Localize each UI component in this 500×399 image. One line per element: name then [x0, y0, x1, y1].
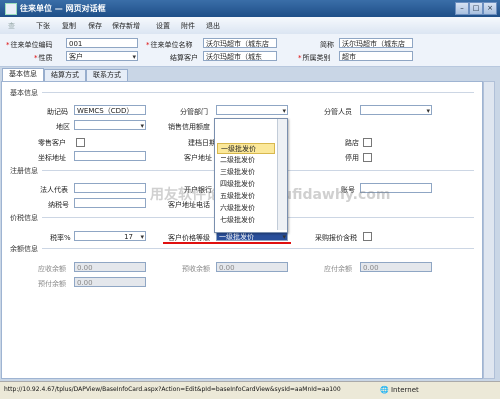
ar-label: 应收余额: [38, 265, 66, 273]
dept-label: 分管部门: [180, 108, 208, 116]
staff-label: 分管人员: [324, 108, 352, 116]
toolbar-attachment-button[interactable]: 附件: [181, 21, 195, 31]
short-name-label: 简称: [320, 41, 334, 49]
ap-field: 0.00: [360, 262, 432, 272]
purchase-tax-checkbox[interactable]: [363, 232, 372, 241]
section-price: 价税信息: [10, 214, 38, 222]
toolbar-copy-button[interactable]: 复制: [62, 21, 76, 31]
retail-checkbox[interactable]: [76, 138, 85, 147]
toolbar-exit-button[interactable]: 退出: [206, 21, 220, 31]
vertical-scrollbar[interactable]: [483, 81, 495, 379]
mnemonic-label: 助记码: [47, 108, 68, 116]
retail-label: 零售客户: [38, 139, 66, 147]
region-select[interactable]: [74, 120, 146, 130]
region-label: 地区: [56, 123, 70, 131]
dropdown-option[interactable]: 四级批发价: [217, 179, 278, 190]
header-form: *往来单位编码 001 *往来单位名称 沃尔玛超市（城东店 简称 沃尔玛超市（城…: [0, 34, 500, 67]
settle-customer-field[interactable]: 沃尔玛超市（城东: [203, 51, 277, 61]
price-level-dropdown: 一级批发价 二级批发价 三级批发价 四级批发价 五级批发价 六级批发价 七级批发…: [214, 118, 288, 233]
tax-no-label: 纳税号: [48, 201, 69, 209]
credit-label: 销售信用额度: [168, 123, 210, 131]
close-button[interactable]: ×: [483, 2, 497, 15]
divider: [42, 92, 474, 93]
dropdown-option[interactable]: 三级批发价: [217, 167, 278, 178]
dropdown-option[interactable]: 五级批发价: [217, 191, 278, 202]
route-label: 路店: [345, 139, 359, 147]
code-field[interactable]: 001: [66, 38, 138, 48]
nature-select[interactable]: 客户: [66, 51, 138, 61]
mnemonic-field[interactable]: WEMCS（CDD）: [74, 105, 146, 115]
legal-field[interactable]: [74, 183, 146, 193]
code-label: *往来单位编码: [6, 41, 53, 49]
tab-strip: 基本信息 结算方式 联系方式: [0, 67, 500, 81]
pre-pay-field: 0.00: [74, 277, 146, 287]
coord-label: 坐标地址: [38, 154, 66, 162]
toolbar-prev-button[interactable]: 查: [8, 21, 15, 31]
purchase-tax-label: 采购报价含税: [315, 234, 357, 242]
tax-rate-select[interactable]: 17: [74, 231, 146, 241]
toolbar-settings-button[interactable]: 设置: [156, 21, 170, 31]
dropdown-option[interactable]: 一级批发价: [217, 143, 275, 154]
status-url: http://10.92.4.67/tplus/DAPView/BaseInfo…: [4, 386, 341, 393]
staff-select[interactable]: [360, 105, 432, 115]
cust-addr-label: 客户地址: [184, 154, 212, 162]
legal-label: 法人代表: [40, 186, 68, 194]
disable-label: 停用: [345, 154, 359, 162]
tab-basic-info[interactable]: 基本信息: [2, 68, 44, 81]
dropdown-scrollbar[interactable]: [277, 119, 287, 230]
internet-zone: 🌐 Internet: [380, 386, 419, 394]
toolbar: 查 下张 复制 保存 保存新增 设置 附件 退出: [0, 17, 500, 35]
toolbar-next-button[interactable]: 下张: [36, 21, 50, 31]
maximize-button[interactable]: □: [469, 2, 483, 15]
short-name-field[interactable]: 沃尔玛超市（城东店: [339, 38, 413, 48]
dropdown-option[interactable]: 七级批发价: [217, 215, 278, 226]
window-title: 往来单位 — 网页对话框: [20, 4, 106, 13]
globe-icon: 🌐: [380, 386, 389, 394]
pre-recv-field: 0.00: [216, 262, 288, 272]
ar-field: 0.00: [74, 262, 146, 272]
tab-contact[interactable]: 联系方式: [86, 69, 128, 81]
category-label: *所属类别: [298, 54, 331, 62]
title-bar: 往来单位 — 网页对话框 – □ ×: [0, 0, 500, 17]
dropdown-option[interactable]: 六级批发价: [217, 203, 278, 214]
tax-no-field[interactable]: [74, 198, 146, 208]
disable-checkbox[interactable]: [363, 153, 372, 162]
toolbar-save-button[interactable]: 保存: [88, 21, 102, 31]
tax-rate-label: 税率%: [50, 234, 71, 242]
route-checkbox[interactable]: [363, 138, 372, 147]
divider: [42, 248, 474, 249]
dropdown-option[interactable]: 二级批发价: [217, 155, 278, 166]
ap-label: 应付余额: [324, 265, 352, 273]
name-field[interactable]: 沃尔玛超市（城东店: [203, 38, 277, 48]
dept-select[interactable]: [216, 105, 288, 115]
toolbar-save-new-button[interactable]: 保存新增: [112, 21, 140, 31]
window-icon: [5, 3, 17, 15]
section-basic: 基本信息: [10, 89, 38, 97]
minimize-button[interactable]: –: [455, 2, 469, 15]
category-field[interactable]: 超市: [339, 51, 413, 61]
build-date-label: 建档日期: [188, 139, 216, 147]
section-register: 注册信息: [10, 167, 38, 175]
status-bar: http://10.92.4.67/tplus/DAPView/BaseInfo…: [0, 381, 500, 399]
nature-label: *性质: [34, 54, 53, 62]
tab-settlement[interactable]: 结算方式: [44, 69, 86, 81]
coord-field[interactable]: [74, 151, 146, 161]
section-balance: 余额信息: [10, 245, 38, 253]
highlight-underline: [163, 242, 291, 244]
pre-recv-label: 预收余额: [182, 265, 210, 273]
pre-pay-label: 预付余额: [38, 280, 66, 288]
name-label: *往来单位名称: [146, 41, 193, 49]
settle-customer-label: 结算客户: [170, 54, 198, 62]
